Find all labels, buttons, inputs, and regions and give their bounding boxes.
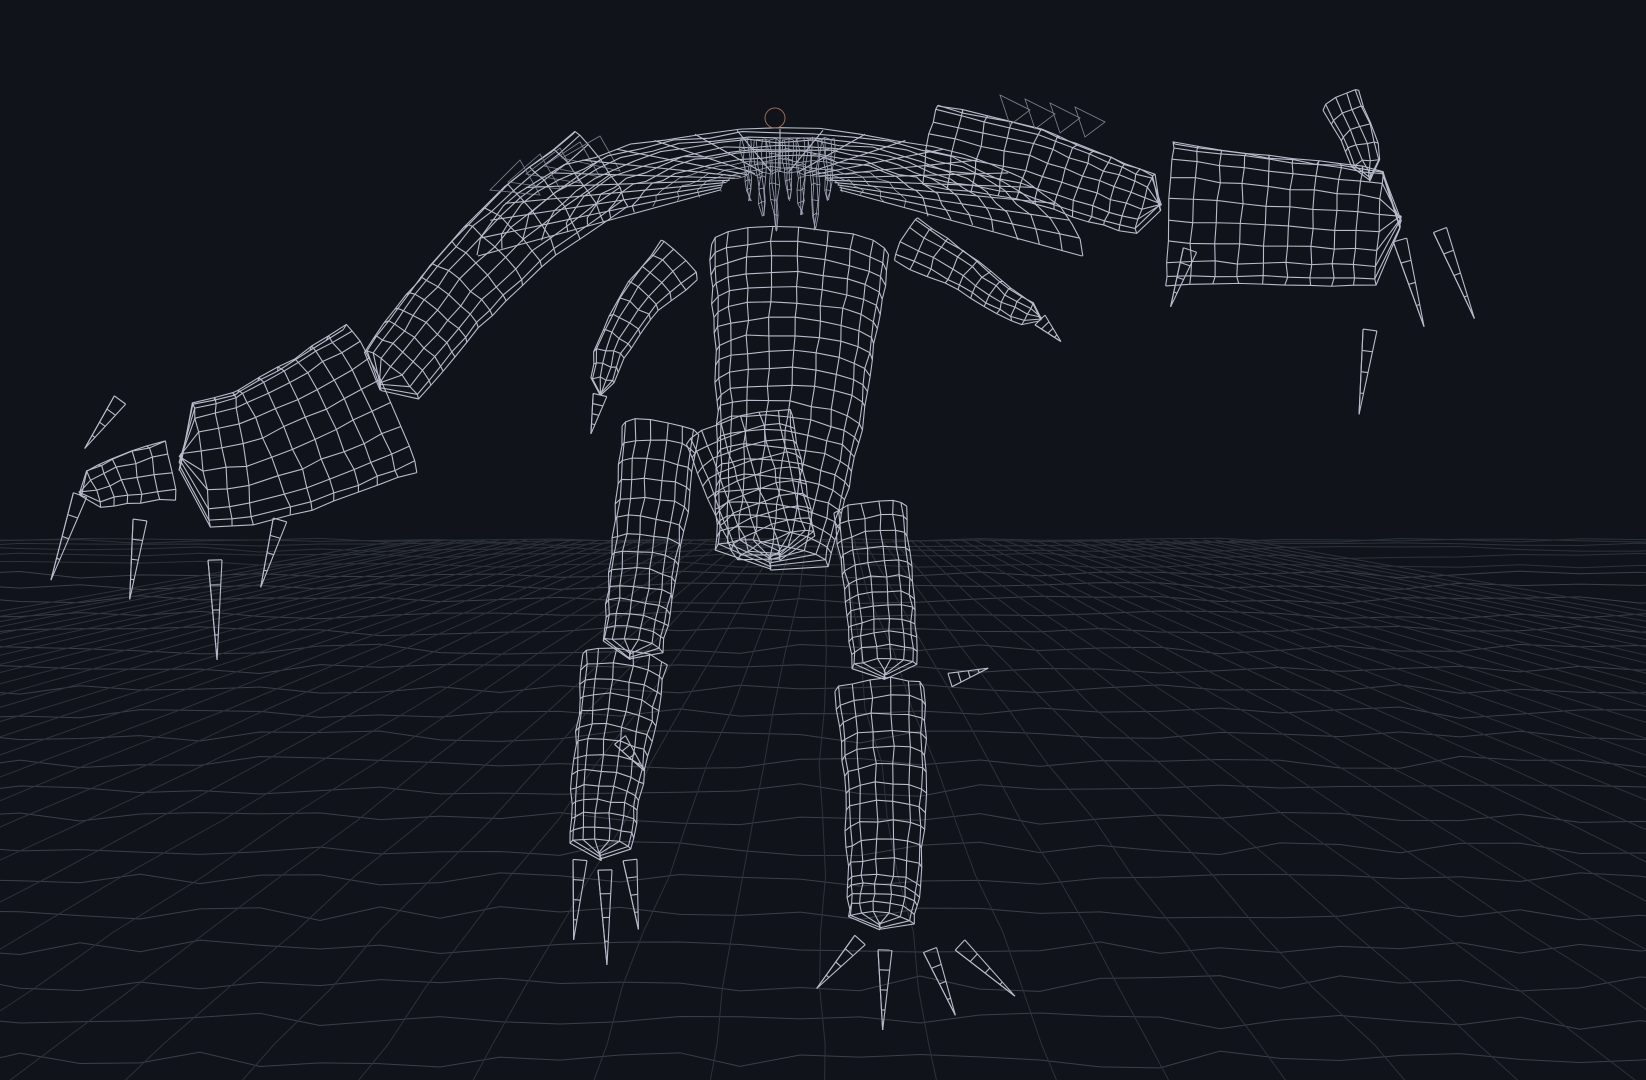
creature-right-arm <box>922 89 1475 415</box>
3d-viewport[interactable] <box>0 0 1646 1080</box>
creature-head <box>476 107 1084 257</box>
creature-torso <box>590 217 1062 571</box>
creature-left-leg <box>569 418 700 966</box>
wireframe-scene[interactable] <box>0 0 1646 1080</box>
creature-right-leg <box>685 408 1016 1031</box>
creature-left-arm <box>50 130 629 661</box>
ground-grid <box>0 537 1646 1080</box>
